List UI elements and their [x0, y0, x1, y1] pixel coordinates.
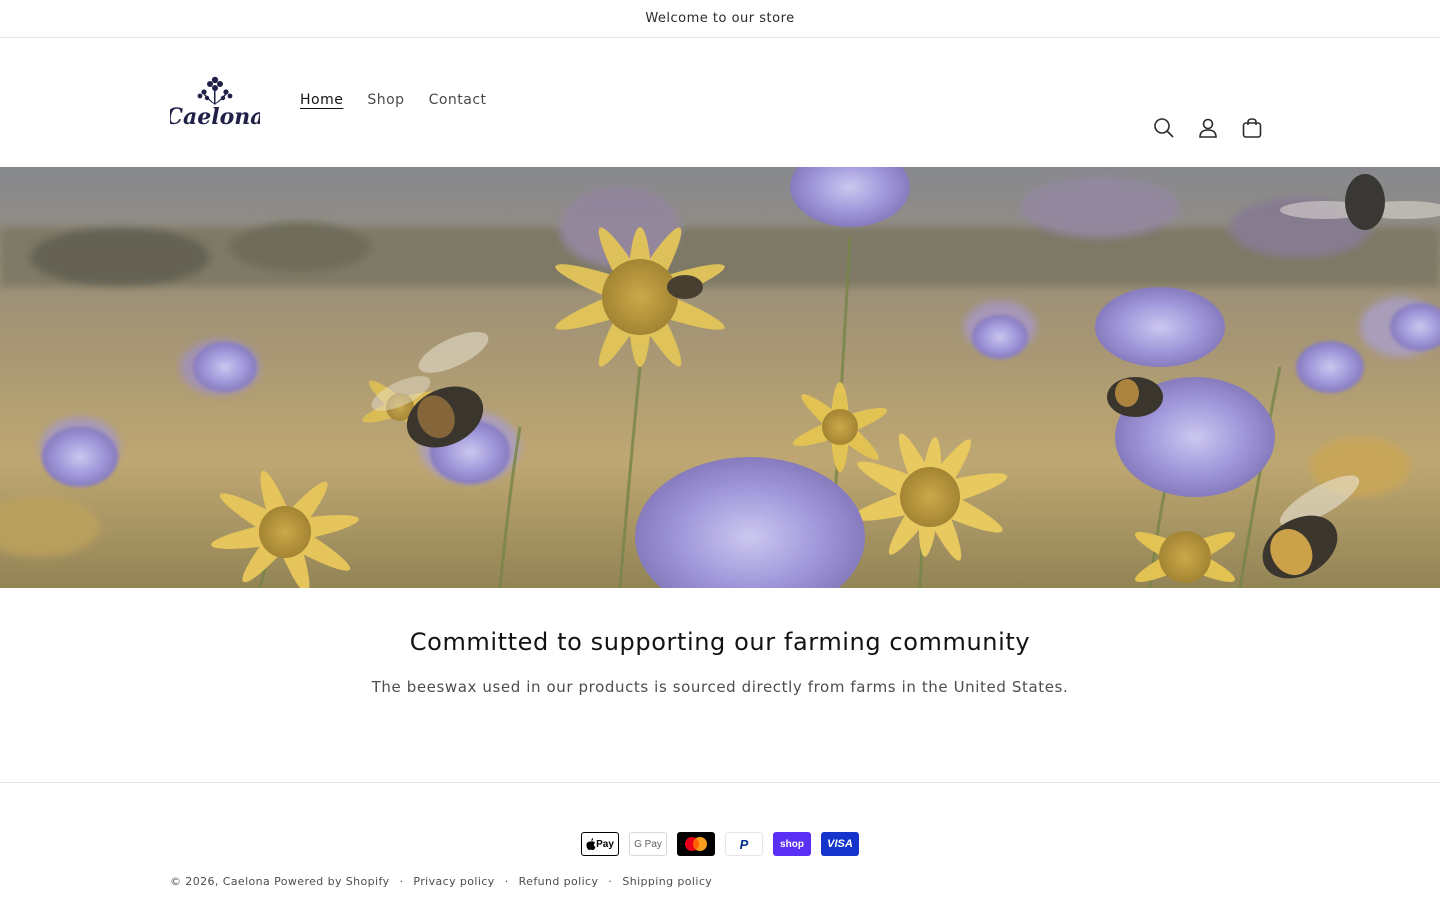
hero-image: [0, 167, 1440, 588]
shop-pay-label: shop: [780, 838, 804, 850]
refund-policy-link[interactable]: Refund policy: [519, 875, 599, 888]
nav-item-shop[interactable]: Shop: [367, 92, 404, 108]
flower-logo-icon: Caelona: [165, 76, 265, 130]
apple-pay-icon: Pay: [581, 832, 619, 856]
announcement-bar: Welcome to our store: [0, 0, 1440, 38]
section-body: The beeswax used in our products is sour…: [371, 678, 1069, 696]
site-header: Caelona Home Shop Contact: [0, 38, 1440, 167]
separator: ·: [608, 875, 613, 888]
section-heading: Committed to supporting our farming comm…: [409, 628, 1031, 656]
payment-icons: Pay G Pay P shop VISA: [581, 832, 859, 856]
shop-pay-icon: shop: [773, 832, 811, 856]
site-footer: Pay G Pay P shop VISA © 2026, Caelona Po…: [0, 784, 1440, 900]
paypal-label: P: [739, 836, 749, 852]
search-icon: [1154, 118, 1174, 138]
footer-bottom-bar: © 2026, Caelona Powered by Shopify · Pri…: [170, 875, 712, 888]
mastercard-icon: [677, 832, 715, 856]
cart-icon: [1242, 118, 1262, 138]
header-icons: [1152, 116, 1264, 140]
shipping-policy-link[interactable]: Shipping policy: [622, 875, 712, 888]
account-icon: [1199, 118, 1217, 138]
cart-button[interactable]: [1240, 116, 1264, 140]
hero-banner: [0, 167, 1440, 588]
powered-by-link[interactable]: Powered by Shopify: [274, 875, 389, 888]
separator: ·: [399, 875, 404, 888]
nav-item-contact[interactable]: Contact: [429, 92, 487, 108]
google-pay-icon: G Pay: [629, 832, 667, 856]
paypal-icon: P: [725, 832, 763, 856]
privacy-policy-link[interactable]: Privacy policy: [413, 875, 494, 888]
announcement-text: Welcome to our store: [645, 11, 795, 26]
nav-item-home[interactable]: Home: [300, 92, 343, 108]
store-name-link[interactable]: Caelona: [223, 875, 271, 888]
visa-label: VISA: [827, 838, 853, 850]
rich-text-section: Committed to supporting our farming comm…: [0, 588, 1440, 783]
main-nav: Home Shop Contact: [300, 92, 487, 108]
logo-text: Caelona: [170, 104, 260, 130]
visa-icon: VISA: [821, 832, 859, 856]
store-logo[interactable]: Caelona: [165, 74, 265, 130]
google-pay-label: G Pay: [634, 838, 662, 850]
search-button[interactable]: [1152, 116, 1176, 140]
account-button[interactable]: [1196, 116, 1220, 140]
copyright-text: © 2026,: [170, 875, 219, 888]
separator: ·: [504, 875, 509, 888]
apple-pay-label: Pay: [596, 838, 614, 850]
